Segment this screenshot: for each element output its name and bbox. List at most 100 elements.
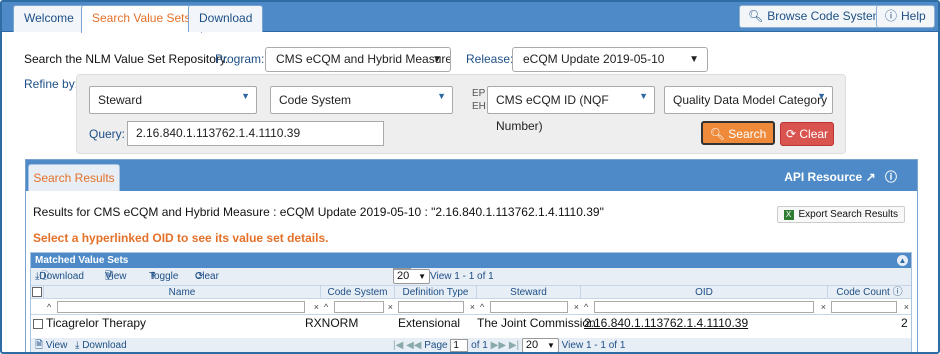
column-header-definition-type[interactable]: Definition Type [395,286,477,299]
release-select[interactable]: eCQM Update 2019-05-10 ▼ [512,47,708,72]
name-filter-input[interactable] [57,301,305,313]
table-row[interactable]: Ticagrelor Therapy RXNORM Extensional Th… [31,315,911,332]
filter-operator-icon[interactable]: ^ [324,300,328,314]
query-input[interactable]: 2.16.840.1.113762.1.4.1110.39 [127,121,384,146]
info-icon: ⓘ [885,9,898,23]
code-system-dropdown[interactable]: Code System ▼ [270,86,453,114]
definition-type-filter-input[interactable] [398,301,464,313]
grid-filter-row: ^ × ^ × × ^ × ^ × × [31,299,911,315]
oid-filter-input[interactable] [594,301,814,313]
row-checkbox[interactable] [33,318,43,329]
next-page-icon[interactable]: ▶▶ [491,340,506,351]
app-window: Welcome Search Value Sets Download 🔍︎ Bro… [0,0,940,354]
row-code-count: 2 [901,316,908,330]
last-page-icon[interactable]: ▶| [509,340,519,351]
cms-ecqm-id-dropdown[interactable]: CMS eCQM ID (NQF Number) ▼ [487,86,655,133]
tab-search-value-sets[interactable]: Search Value Sets [81,5,202,33]
tab-download[interactable]: Download [188,5,264,32]
refine-panel: Steward ▼ Code System ▼ EP EH CMS eCQM ID … [76,74,846,154]
tab-search-results[interactable]: Search Results [28,164,120,191]
program-label: Program: [215,52,265,66]
footer-view-button[interactable]: 🗎︎ View [35,338,67,352]
filter-operator-icon[interactable]: ^ [480,300,484,314]
clear-filter-icon[interactable]: × [314,300,319,314]
column-header-oid[interactable]: OID [581,286,828,299]
refine-label: Refine by: [24,77,79,91]
qdm-category-dropdown[interactable]: Quality Data Model Category ▼ [664,86,833,114]
tab-welcome[interactable]: Welcome [13,5,85,32]
name-filter: ^ × [44,300,321,314]
bottom-pager: |◀ ◀◀ Page 1 of 1 ▶▶ ▶| 20 ▼ View 1 - 1 … [393,338,626,352]
steward-filter-input[interactable] [490,301,568,313]
filter-operator-icon[interactable]: ^ [47,300,51,314]
search-intro: Search the NLM Value Set Repository. [24,52,229,66]
page-input[interactable]: 1 [450,339,469,352]
definition-type-filter: × [395,300,477,314]
browse-code-systems-button[interactable]: 🔍︎ Browse Code Systems [739,5,898,28]
api-resource-link[interactable]: API Resource ↗ ⓘ [784,168,897,185]
column-header-code-count[interactable]: Code Count ⓘ [828,286,911,299]
chevron-down-icon: ▼ [689,54,699,65]
code-count-filter-input[interactable] [831,301,897,313]
clear-filter-icon[interactable]: × [388,300,393,314]
help-button[interactable]: ⓘ Help [876,5,935,28]
first-page-icon[interactable]: |◀ [393,340,403,351]
clear-filter-icon[interactable]: × [470,300,475,314]
clear-filter-icon[interactable]: × [904,300,909,314]
oid-hint: Select a hyperlinked OID to see its valu… [33,231,329,245]
download-button[interactable]: ⤓ Download ⓘ [35,268,84,285]
grid-footer: 🗎︎ View ⤓ Download |◀ ◀◀ Page 1 of 1 ▶▶ … [31,338,911,352]
top-nav-bar: Welcome Search Value Sets Download 🔍︎ Bro… [2,2,938,33]
chevron-down-icon: ▼ [432,54,442,65]
refresh-icon: ⟳ [785,127,797,141]
select-all-checkbox[interactable] [32,287,42,298]
document-icon: 🗎︎ [35,340,44,351]
search-button[interactable]: 🔍︎ Search [701,121,775,145]
excel-icon: X [783,210,794,220]
query-label: Query: [89,127,126,141]
program-select[interactable]: CMS eCQM and Hybrid Measure ▼ [265,47,451,72]
ep-eh-labels: EP EH [472,88,486,112]
row-code-system: RXNORM [305,316,359,330]
collapse-icon[interactable]: ▲ [897,255,908,266]
clear-button[interactable]: ⟳ Clear [780,122,834,146]
matched-value-sets-grid: Matched Value Sets ▲ ⤓ Download ⓘ 🗎︎ Vie… [30,252,912,352]
grid-caption: Matched Value Sets ▲ [31,253,911,268]
search-icon: 🔍︎ [709,127,725,141]
clear-filter-icon[interactable]: × [821,300,826,314]
chevron-down-icon: ▼ [418,271,426,281]
oid-filter: ^ × [581,300,828,314]
steward-dropdown[interactable]: Steward ▼ [89,86,257,114]
rows-per-page-select[interactable]: 20 ▼ [521,338,559,352]
rows-per-page-select[interactable]: 20 ▼ [393,268,430,284]
search-results-panel: Search Results API Resource ↗ ⓘ Results … [25,159,918,352]
results-header: Search Results API Resource ↗ ⓘ [26,160,917,191]
external-link-icon: ↗ [865,170,876,184]
prev-page-icon[interactable]: ◀◀ [406,340,421,351]
chevron-down-icon: ▼ [546,341,555,350]
export-search-results-button[interactable]: X Export Search Results [776,206,905,223]
column-header-name[interactable]: Name [44,286,321,299]
filter-operator-icon[interactable]: ^ [584,300,588,314]
select-all-cell [31,286,44,299]
clear-filter-icon[interactable]: × [574,300,579,314]
row-steward: The Joint Commission [477,316,596,330]
release-label: Release: [466,52,514,66]
row-definition-type: Extensional [398,316,461,330]
caret-down-icon: ▼ [639,91,648,101]
search-icon: 🔍︎ [748,9,764,23]
grid-toolbar: ⤓ Download ⓘ 🗎︎ View ↟ Toggle ⟳ Clear |◀… [31,268,911,285]
steward-filter: ^ × [477,300,581,314]
caret-down-icon: ▼ [241,91,250,101]
help-circle-icon[interactable]: ⓘ [893,287,903,298]
row-oid-link[interactable]: 2.16.840.1.113762.1.4.1110.39 [584,315,748,332]
column-header-steward[interactable]: Steward [477,286,581,299]
footer-download-button[interactable]: ⤓ Download [75,338,127,352]
code-system-filter: ^ × [321,300,395,314]
column-header-code-system[interactable]: Code System [321,286,395,299]
help-circle-icon[interactable]: ⓘ [885,170,897,184]
row-name: Ticagrelor Therapy [46,316,147,330]
help-circle-icon[interactable]: ⓘ [39,268,49,285]
code-system-filter-input[interactable] [334,301,384,313]
results-summary: Results for CMS eCQM and Hybrid Measure … [33,205,604,219]
